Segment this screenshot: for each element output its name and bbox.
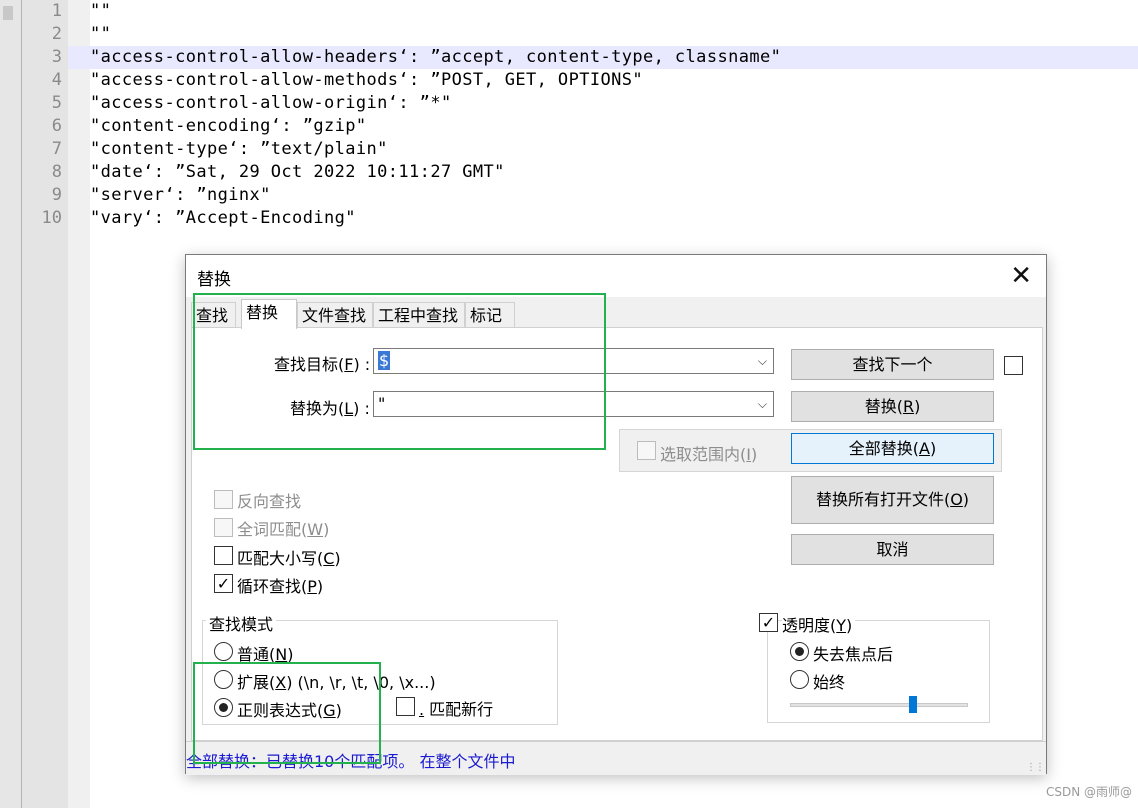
code-line[interactable]: 8 "date‘: ”Sat, 29 Oct 2022 10:11:27 GMT" xyxy=(52,161,1138,184)
line-text[interactable]: "date‘: ”Sat, 29 Oct 2022 10:11:27 GMT" xyxy=(90,161,505,184)
line-number: 8 xyxy=(51,162,62,182)
always-label: 始终 xyxy=(813,673,846,692)
find-next-option-checkbox[interactable] xyxy=(1004,356,1023,375)
dot-matches-newline-label: . 匹配新行 xyxy=(419,700,494,719)
code-line[interactable]: 1 "" xyxy=(52,0,1138,23)
line-text[interactable]: "" xyxy=(90,23,111,46)
line-text[interactable]: "content-type‘: ”text/plain" xyxy=(90,138,388,161)
tab-replace[interactable]: 替换 xyxy=(241,299,297,329)
replace-all-button[interactable]: 全部替换(A) xyxy=(791,433,994,464)
in-selection-label: 选取范围内(I) xyxy=(660,445,758,464)
mode-normal-radio[interactable] xyxy=(214,642,233,661)
transparency-slider-thumb[interactable] xyxy=(909,696,917,713)
resize-grip-icon[interactable]: ⋮⋮ xyxy=(1026,762,1045,773)
code-line[interactable]: 7 "content-type‘: ”text/plain" xyxy=(52,138,1138,161)
dialog-title: 替换 xyxy=(197,270,231,290)
line-text[interactable]: "access-control-allow-headers‘: ”accept,… xyxy=(90,46,781,69)
search-mode-title: 查找模式 xyxy=(206,611,277,635)
editor-text-area[interactable]: 1 "" 2 "" 3 "access-control-allow-headers‘: ”… xyxy=(42,0,1138,230)
line-text[interactable]: "vary‘: ”Accept-Encoding" xyxy=(90,207,356,230)
line-number: 7 xyxy=(51,139,62,159)
line-number: 5 xyxy=(51,93,62,113)
whole-word-label: 全词匹配(W) xyxy=(237,520,330,539)
code-line[interactable]: 3 "access-control-allow-headers‘: ”accept… xyxy=(52,46,1138,69)
line-text[interactable]: "" xyxy=(90,0,111,23)
code-line[interactable]: 2 "" xyxy=(52,23,1138,46)
code-line[interactable]: 5 "access-control-allow-origin‘: ”*" xyxy=(52,92,1138,115)
line-text[interactable]: "access-control-allow-methods‘: ”POST, G… xyxy=(90,69,643,92)
line-number: 1 xyxy=(51,1,62,21)
chevron-down-icon[interactable]: ⌵ xyxy=(758,392,767,416)
wrap-around-label: 循环查找(P) xyxy=(237,577,324,596)
match-case-checkbox[interactable] xyxy=(214,546,233,565)
watermark: CSDN @雨师@ xyxy=(1045,785,1132,799)
backward-label: 反向查找 xyxy=(237,492,302,511)
chevron-down-icon[interactable]: ⌵ xyxy=(758,349,767,373)
dot-matches-newline-checkbox[interactable] xyxy=(396,697,415,716)
transparency-label: 透明度(Y) xyxy=(782,612,856,636)
transparency-slider-track[interactable] xyxy=(790,703,968,707)
in-selection-checkbox[interactable] xyxy=(637,441,656,460)
transparency-checkbox[interactable]: ✓ xyxy=(759,613,778,632)
backward-checkbox[interactable] xyxy=(214,490,233,509)
close-icon[interactable]: ✕ xyxy=(1010,259,1032,293)
edge-nub xyxy=(3,6,13,20)
line-number: 3 xyxy=(51,47,62,67)
code-line[interactable]: 10 "vary‘: ”Accept-Encoding" xyxy=(42,207,1138,230)
line-number: 6 xyxy=(51,116,62,136)
line-number: 4 xyxy=(51,70,62,90)
code-line[interactable]: 4 "access-control-allow-methods‘: ”POST, … xyxy=(52,69,1138,92)
replace-all-open-docs-button[interactable]: 替换所有打开文件(O) xyxy=(791,476,994,524)
code-line[interactable]: 6 "content-encoding‘: ”gzip" xyxy=(52,115,1138,138)
always-radio[interactable] xyxy=(790,670,809,689)
replace-button[interactable]: 替换(R) xyxy=(791,391,994,422)
cancel-button[interactable]: 取消 xyxy=(791,534,994,565)
line-text[interactable]: "access-control-allow-origin‘: ”*" xyxy=(90,92,452,115)
wrap-around-checkbox[interactable]: ✓ xyxy=(214,574,233,593)
line-text[interactable]: "server‘: ”nginx" xyxy=(90,184,271,207)
on-lose-focus-label: 失去焦点后 xyxy=(813,645,894,664)
window-edge-strip xyxy=(0,0,22,808)
match-case-label: 匹配大小写(C) xyxy=(237,549,341,568)
line-number: 9 xyxy=(51,185,62,205)
line-number: 10 xyxy=(41,208,62,228)
check-icon: ✓ xyxy=(761,613,776,632)
whole-word-checkbox[interactable] xyxy=(214,518,233,537)
line-text[interactable]: "content-encoding‘: ”gzip" xyxy=(90,115,367,138)
check-icon: ✓ xyxy=(216,574,231,593)
code-line[interactable]: 9 "server‘: ”nginx" xyxy=(52,184,1138,207)
highlight-box-regex xyxy=(193,662,381,764)
dialog-titlebar: 替换 ✕ xyxy=(186,255,1046,297)
line-number: 2 xyxy=(51,24,62,44)
on-lose-focus-radio[interactable] xyxy=(790,642,809,661)
find-next-button[interactable]: 查找下一个 xyxy=(791,349,994,380)
